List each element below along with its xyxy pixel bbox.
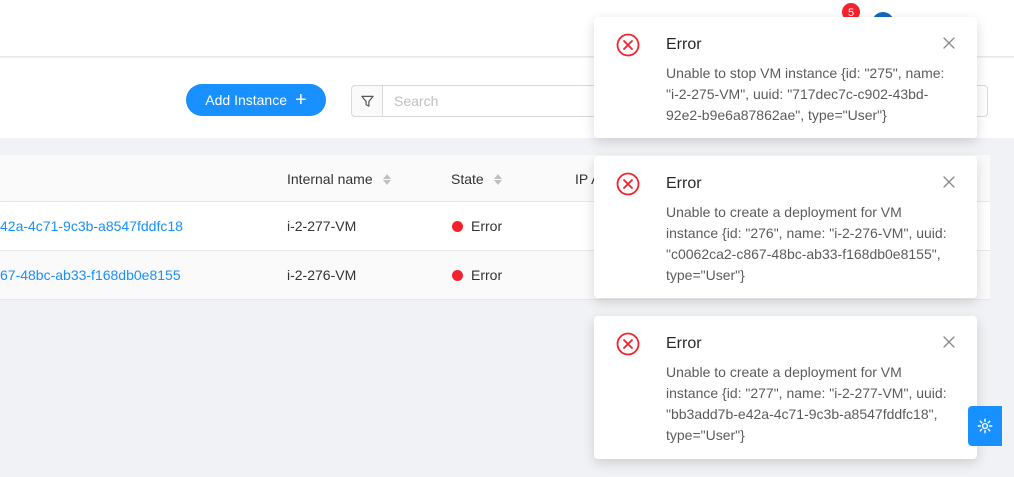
- close-circle-icon: [616, 33, 640, 57]
- settings-button[interactable]: [968, 406, 1002, 446]
- state-cell: Error: [452, 267, 502, 283]
- add-instance-button[interactable]: Add Instance +: [186, 84, 326, 116]
- filter-button[interactable]: [351, 85, 383, 117]
- column-label: State: [451, 171, 484, 187]
- close-icon[interactable]: [943, 336, 955, 348]
- error-notification: Error Unable to create a deployment for …: [594, 156, 977, 298]
- sort-icon[interactable]: [382, 173, 391, 185]
- instance-uuid-link[interactable]: 42a-4c71-9c3b-a8547fddfc18: [0, 218, 183, 234]
- internal-name-cell: i-2-277-VM: [287, 218, 357, 234]
- status-dot-icon: [452, 270, 463, 281]
- notification-message: Unable to stop VM instance {id: "275", n…: [666, 65, 945, 123]
- close-circle-icon: [616, 332, 640, 356]
- plus-icon: +: [295, 89, 307, 111]
- filter-icon: [360, 95, 374, 107]
- sort-icon[interactable]: [493, 173, 502, 185]
- internal-name-cell: i-2-276-VM: [287, 267, 357, 283]
- close-icon[interactable]: [943, 37, 955, 49]
- notification-message: Unable to create a deployment for VM ins…: [666, 204, 947, 283]
- state-label: Error: [471, 267, 503, 283]
- notification-title: Error: [666, 175, 702, 192]
- column-internal-name[interactable]: Internal name: [287, 171, 391, 187]
- close-icon[interactable]: [943, 176, 955, 188]
- column-state[interactable]: State: [451, 171, 502, 187]
- notification-message: Unable to create a deployment for VM ins…: [666, 364, 947, 443]
- notification-title: Error: [666, 335, 702, 352]
- state-cell: Error: [452, 218, 502, 234]
- error-notification: Error Unable to stop VM instance {id: "2…: [594, 17, 977, 138]
- notification-title: Error: [666, 36, 702, 53]
- status-dot-icon: [452, 221, 463, 232]
- state-label: Error: [471, 218, 503, 234]
- instance-uuid-link[interactable]: 67-48bc-ab33-f168db0e8155: [0, 267, 181, 283]
- gear-icon: [977, 418, 993, 434]
- error-notification: Error Unable to create a deployment for …: [594, 316, 977, 459]
- column-label: Internal name: [287, 171, 373, 187]
- add-instance-label: Add Instance: [205, 92, 288, 108]
- close-circle-icon: [616, 172, 640, 196]
